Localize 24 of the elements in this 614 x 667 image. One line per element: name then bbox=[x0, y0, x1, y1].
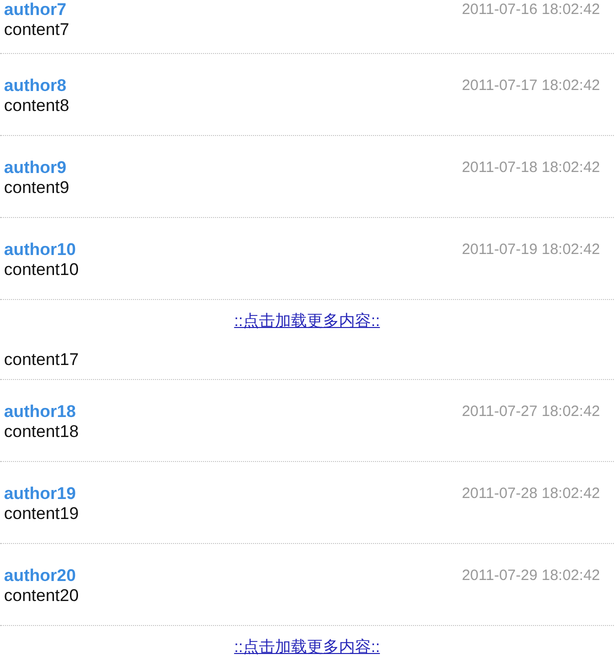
post-date: 2011-07-29 18:02:42 bbox=[462, 566, 600, 586]
post-date: 2011-07-28 18:02:42 bbox=[462, 484, 600, 504]
post-content: content20 bbox=[4, 586, 79, 606]
author-name: author8 bbox=[4, 76, 66, 96]
author-name: author9 bbox=[4, 158, 66, 178]
post-date: 2011-07-19 18:02:42 bbox=[462, 240, 600, 260]
load-more-link[interactable]: ::点击加载更多内容:: bbox=[234, 638, 380, 658]
author-name: author7 bbox=[4, 0, 66, 20]
post-date: 2011-07-16 18:02:42 bbox=[462, 0, 600, 20]
post-date: 2011-07-18 18:02:42 bbox=[462, 158, 600, 178]
post-content: content10 bbox=[4, 260, 79, 280]
post-content: content9 bbox=[4, 178, 70, 198]
author-name: author19 bbox=[4, 484, 76, 504]
author-name: author10 bbox=[4, 240, 76, 260]
load-more-link[interactable]: ::点击加载更多内容:: bbox=[234, 312, 380, 332]
post-date: 2011-07-17 18:02:42 bbox=[462, 76, 600, 96]
post-content: content18 bbox=[4, 422, 79, 442]
post-content: content19 bbox=[4, 504, 79, 524]
author-name: author20 bbox=[4, 566, 76, 586]
post-content: content8 bbox=[4, 96, 70, 116]
author-name: author18 bbox=[4, 402, 76, 422]
post-date: 2011-07-27 18:02:42 bbox=[462, 402, 600, 422]
post-content: content7 bbox=[4, 20, 70, 40]
post-content: content17 bbox=[4, 350, 79, 370]
